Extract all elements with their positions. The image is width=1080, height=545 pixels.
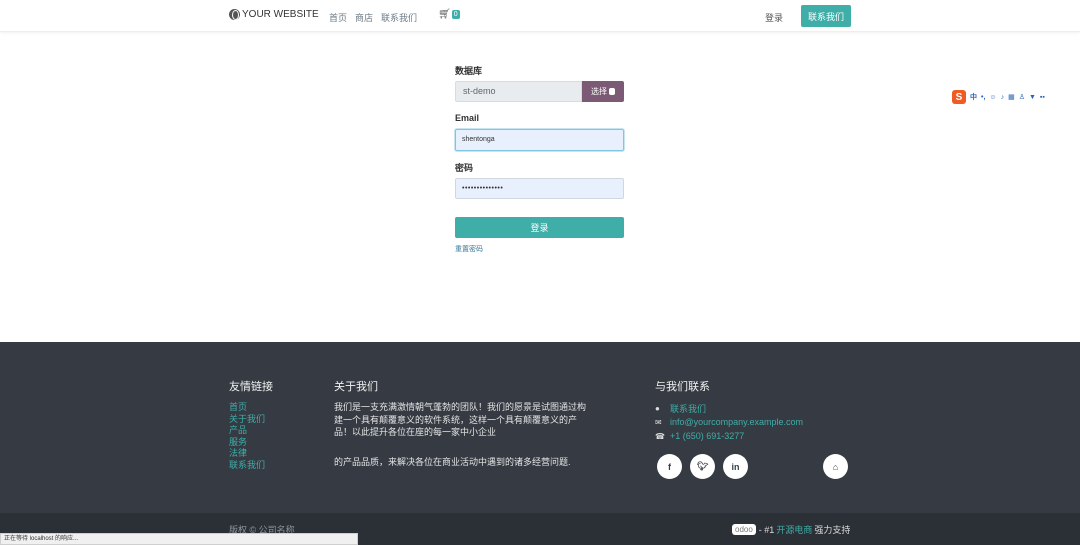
ime-skin-icon[interactable]: ▼ [1029,94,1036,101]
footer-contact-us-row[interactable]: ● 联系我们 [655,401,803,415]
powered-by: odoo - #1 开源电商 强力支持 [732,523,850,536]
footer-contact-list: ● 联系我们 ✉ info@yourcompany.example.com ☎ … [655,401,803,443]
ime-punctuation-icon[interactable]: •, [981,94,985,101]
facebook-icon[interactable]: f [657,454,682,479]
footer-contact-heading: 与我们联系 [655,381,710,393]
footer-phone-row[interactable]: ☎ +1 (650) 691-3277 [655,429,803,443]
email-field[interactable]: shentonga [455,129,624,151]
browser-status-bar: 正在等待 localhost 的响应... [0,533,358,545]
footer-links-list: 首页 关于我们 产品 服务 法律 联系我们 [229,402,265,472]
home-icon[interactable]: ⌂ [823,454,848,479]
powered-prefix: - #1 [758,524,775,535]
main-nav: 首页 商店 联系我们 [329,11,417,24]
sogou-logo-icon[interactable]: S [952,90,966,104]
select-database-button[interactable]: 选择 [582,81,624,102]
odoo-logo[interactable]: odoo [732,524,756,535]
footer-link-legal[interactable]: 法律 [229,448,265,460]
cart-link[interactable]: 🛒︎ 0 [438,9,460,20]
footer-email-row[interactable]: ✉ info@yourcompany.example.com [655,415,803,429]
globe-icon [229,9,240,20]
login-link[interactable]: 登录 [765,11,783,24]
twitter-icon[interactable]: 🐦︎ [690,454,715,479]
comment-icon: ● [655,403,660,413]
phone-icon: ☎ [655,431,665,441]
database-field: st-demo [455,81,582,102]
ime-keyboard-icon[interactable]: ▦ [1008,93,1015,101]
brand-logo[interactable]: YOUR WEBSITE [229,9,319,20]
password-field[interactable]: •••••••••••••• [455,178,624,199]
footer-link-contact[interactable]: 联系我们 [229,460,265,472]
powered-link[interactable]: 开源电商 [776,523,812,536]
footer-about-text: 我们是一支充满激情朝气蓬勃的团队！我们的愿景是试图通过构建一个具有颠覆意义的软件… [334,402,587,438]
ime-chinese-mode-icon[interactable]: 中 [970,92,977,102]
email-label: Email [455,113,480,123]
contact-us-button[interactable]: 联系我们 [801,5,851,27]
footer-link-about[interactable]: 关于我们 [229,414,265,426]
footer-link-home[interactable]: 首页 [229,402,265,414]
top-navbar: YOUR WEBSITE 首页 商店 联系我们 🛒︎ 0 登录 联系我们 [0,0,1080,32]
ime-voice-icon[interactable]: ♪ [1001,94,1005,101]
ime-toolbar[interactable]: S 中 •, ☺ ♪ ▦ ♙ ▼ ▪▪ [952,90,1045,104]
footer-links-heading: 友情链接 [229,381,273,393]
login-submit-button[interactable]: 登录 [455,217,624,238]
database-label: 数据库 [455,66,483,76]
select-button-label: 选择 [591,87,607,96]
envelope-icon: ✉ [655,417,662,427]
footer-contact-us-link[interactable]: 联系我们 [670,402,706,415]
nav-item-contact[interactable]: 联系我们 [381,11,417,24]
powered-suffix: 强力支持 [814,525,851,535]
shopping-cart-icon: 🛒︎ [438,9,451,20]
ime-user-icon[interactable]: ♙ [1019,93,1025,101]
footer-link-products[interactable]: 产品 [229,425,265,437]
linkedin-icon[interactable]: in [723,454,748,479]
ime-menu-icon[interactable]: ▪▪ [1040,94,1045,101]
ime-emoji-icon[interactable]: ☺ [989,94,996,101]
footer-about-text-continued: 的产品品质，来解决各位在商业活动中遇到的诸多经营问题. [334,457,571,467]
cart-count-badge: 0 [451,10,460,19]
footer-phone-link[interactable]: +1 (650) 691-3277 [670,431,744,441]
footer-email-link[interactable]: info@yourcompany.example.com [670,417,803,427]
nav-item-home[interactable]: 首页 [329,11,347,24]
footer-about-heading: 关于我们 [334,381,378,393]
footer-link-services[interactable]: 服务 [229,437,265,449]
password-label: 密码 [455,163,474,173]
nav-item-shop[interactable]: 商店 [355,11,373,24]
database-icon [609,88,615,95]
brand-name: YOUR WEBSITE [242,9,319,20]
reset-password-link[interactable]: 重置密码 [455,244,483,254]
